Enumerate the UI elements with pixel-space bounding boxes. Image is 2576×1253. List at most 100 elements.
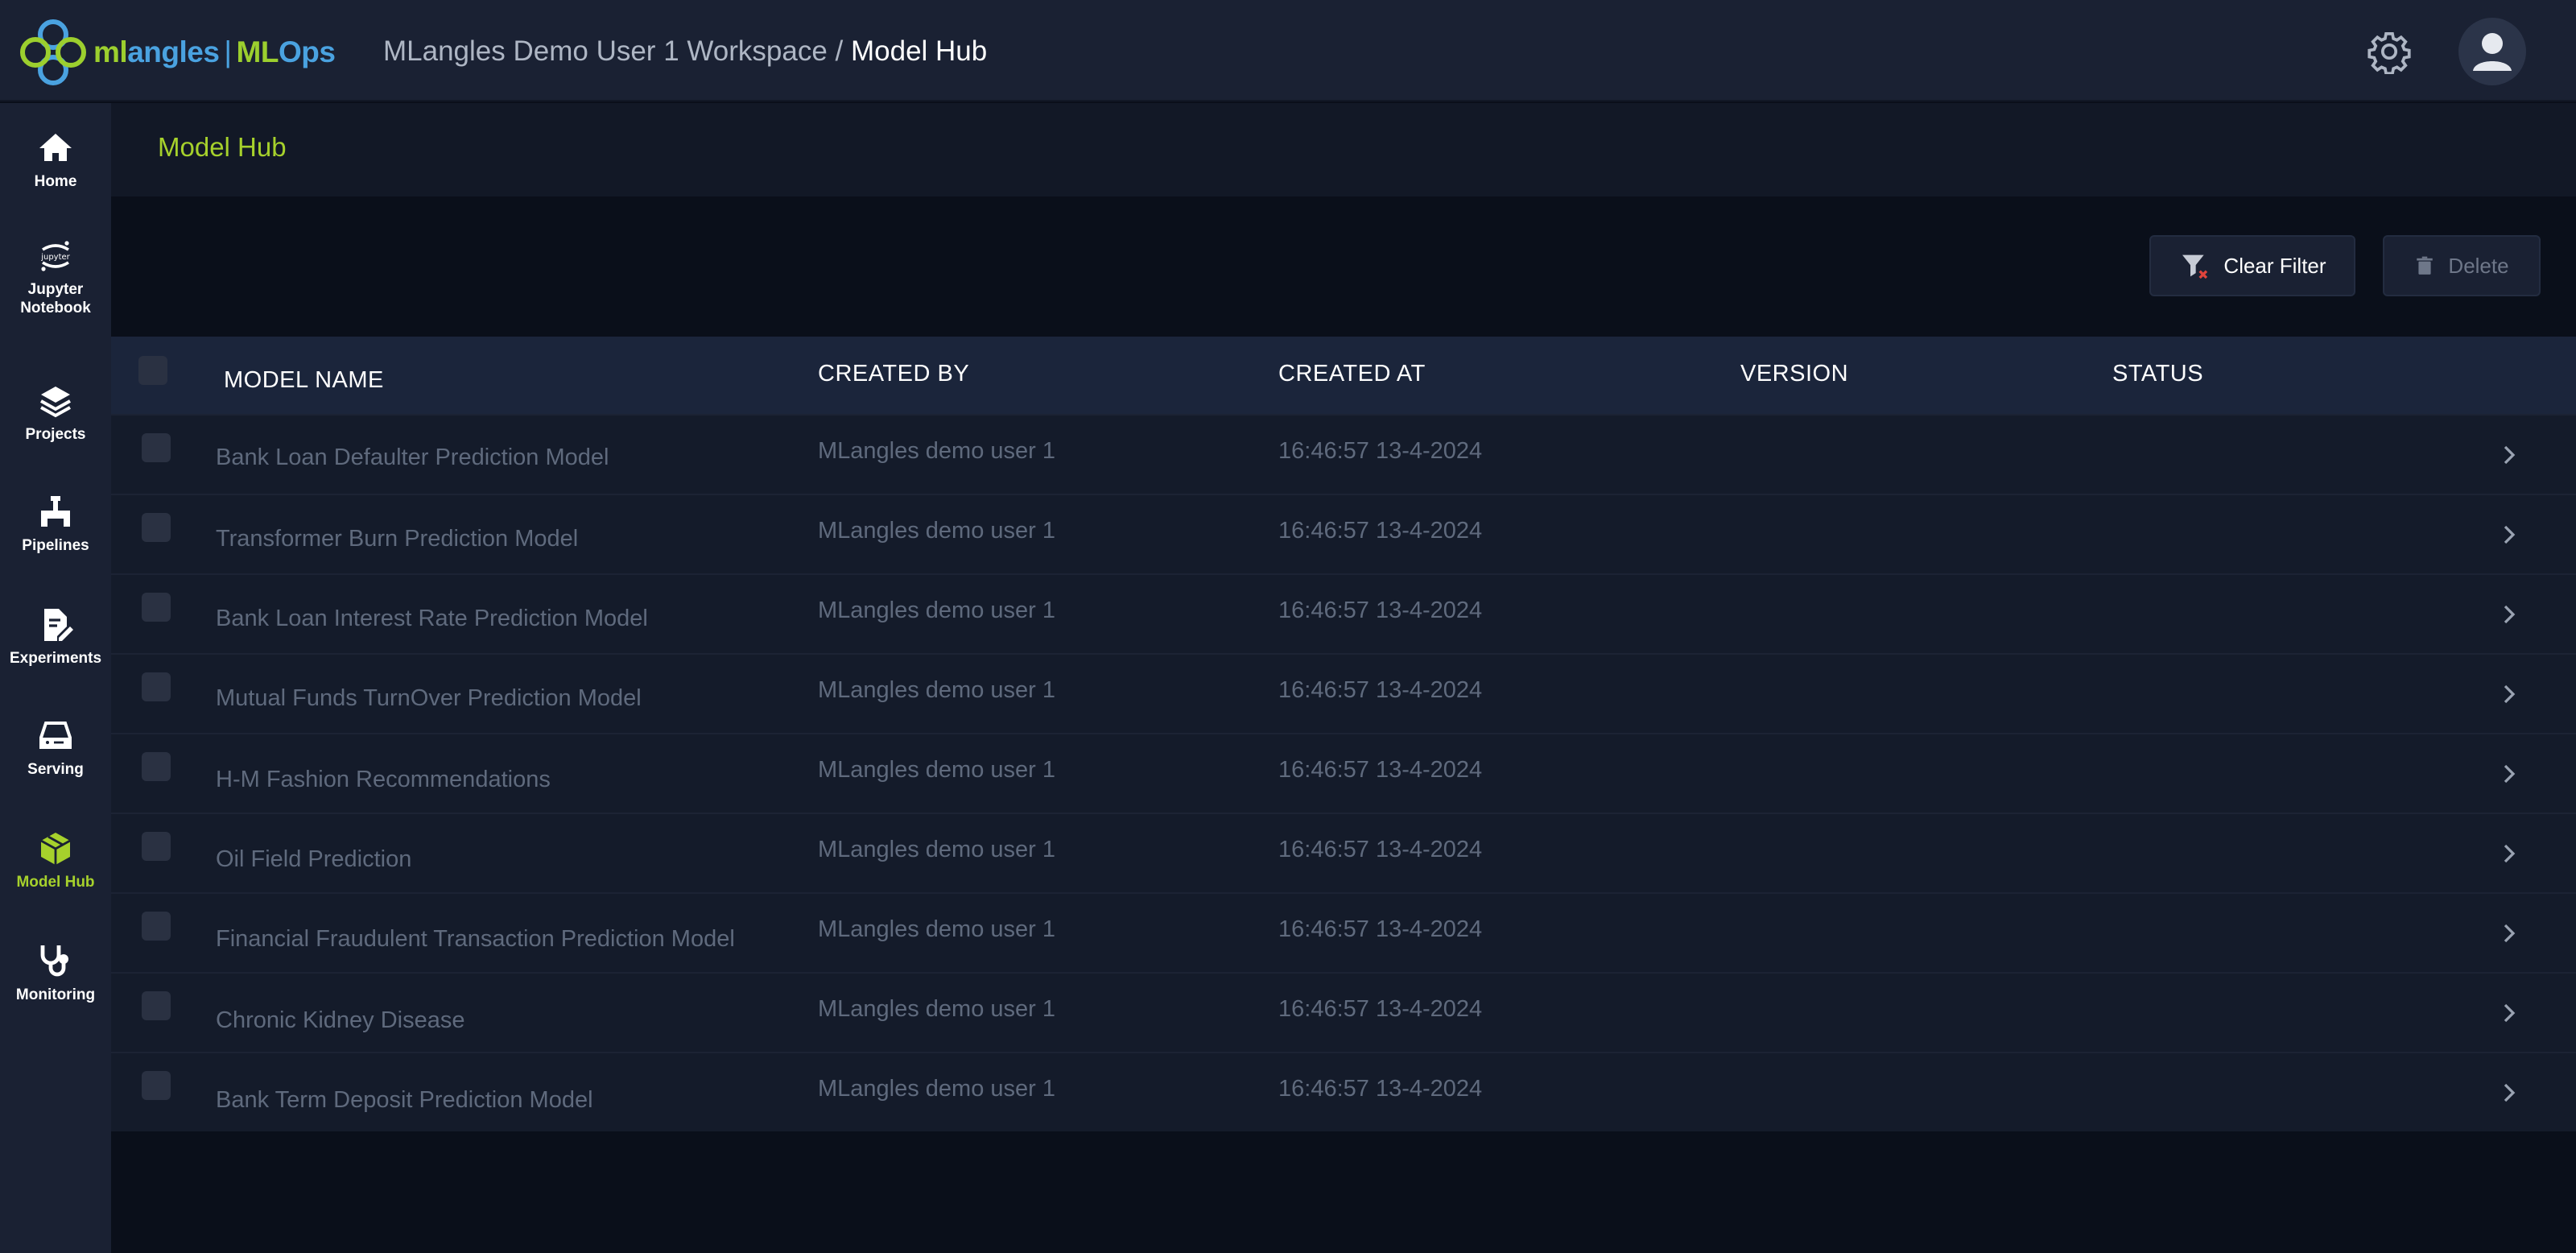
avatar[interactable]	[2458, 18, 2526, 85]
trash-icon	[2417, 256, 2434, 275]
created-at-cell: 16:46:57 13-4-2024	[1278, 996, 1483, 1022]
column-header-created-at[interactable]: CREATED AT	[1278, 361, 1426, 387]
table-row[interactable]: Oil Field Prediction MLangles demo user 1…	[111, 813, 2576, 892]
sidebar-item-experiments[interactable]: Experiments	[0, 606, 111, 702]
created-at-cell: 16:46:57 13-4-2024	[1278, 916, 1483, 942]
row-checkbox[interactable]	[142, 832, 171, 861]
model-name-cell[interactable]: Financial Fraudulent Transaction Predict…	[216, 926, 735, 953]
model-hub-icon	[40, 833, 71, 865]
logo-text-ml: ml	[93, 35, 128, 68]
model-name-cell[interactable]: Oil Field Prediction	[216, 846, 411, 873]
model-name-cell[interactable]: Chronic Kidney Disease	[216, 1007, 464, 1034]
sidebar-item-label: Serving	[27, 761, 84, 778]
sidebar-item-label: Home	[34, 173, 77, 190]
chevron-right-icon[interactable]	[2497, 842, 2521, 866]
created-by-cell: MLangles demo user 1	[818, 916, 1055, 942]
table-row[interactable]: Financial Fraudulent Transaction Predict…	[111, 892, 2576, 972]
breadcrumb-current: Model Hub	[850, 35, 988, 67]
table-row[interactable]: Bank Term Deposit Prediction Model MLangl…	[111, 1052, 2576, 1131]
sidebar-item-label: Model Hub	[16, 874, 95, 891]
layers-icon	[40, 387, 71, 418]
delete-label: Delete	[2448, 253, 2509, 278]
chevron-right-icon[interactable]	[2497, 602, 2521, 626]
chevron-right-icon[interactable]	[2497, 921, 2521, 945]
filter-clear-icon	[2182, 254, 2208, 279]
model-name-cell[interactable]: H-M Fashion Recommendations	[216, 767, 551, 793]
table-row[interactable]: Mutual Funds TurnOver Prediction Model ML…	[111, 653, 2576, 733]
delete-button[interactable]: Delete	[2383, 235, 2541, 296]
created-at-cell: 16:46:57 13-4-2024	[1278, 837, 1483, 862]
sidebar-item-projects[interactable]: Projects	[0, 382, 111, 478]
user-icon	[2473, 33, 2512, 71]
row-checkbox[interactable]	[142, 433, 171, 462]
model-name-cell[interactable]: Transformer Burn Prediction Model	[216, 526, 578, 552]
svg-text:jupyter: jupyter	[40, 253, 70, 262]
sidebar-item-serving[interactable]: Serving	[0, 717, 111, 813]
model-name-cell[interactable]: Bank Loan Interest Rate Prediction Model	[216, 606, 648, 632]
sidebar-item-home[interactable]: Home	[0, 129, 111, 225]
table-row[interactable]: Chronic Kidney Disease MLangles demo user…	[111, 972, 2576, 1052]
chevron-right-icon[interactable]	[2497, 762, 2521, 786]
row-checkbox[interactable]	[142, 912, 171, 941]
created-at-cell: 16:46:57 13-4-2024	[1278, 677, 1483, 703]
home-icon	[39, 134, 72, 161]
row-checkbox[interactable]	[142, 1071, 171, 1100]
created-at-cell: 16:46:57 13-4-2024	[1278, 518, 1483, 544]
row-checkbox[interactable]	[142, 752, 171, 781]
sidebar-item-jupyter-notebook[interactable]: jupyter Jupyter Notebook	[0, 237, 111, 333]
created-by-cell: MLangles demo user 1	[818, 677, 1055, 703]
breadcrumb-workspace[interactable]: MLangles Demo User 1 Workspace	[383, 35, 828, 67]
sidebar-item-model-hub[interactable]: Model Hub	[0, 829, 111, 926]
clear-filter-button[interactable]: Clear Filter	[2149, 235, 2355, 296]
table-row[interactable]: Bank Loan Defaulter Prediction Model MLan…	[111, 414, 2576, 494]
row-checkbox[interactable]	[142, 672, 171, 701]
logo-text: mlangles | MLOps	[93, 35, 336, 69]
column-header-status[interactable]: STATUS	[2112, 361, 2203, 387]
table-row[interactable]: Bank Loan Interest Rate Prediction Model…	[111, 573, 2576, 653]
logo-text-angles: angles	[127, 35, 220, 68]
jupyter-icon: jupyter	[40, 241, 71, 271]
sidebar-item-label: Jupyter Notebook	[20, 281, 91, 316]
serving-icon	[39, 722, 72, 749]
models-table: MODEL NAME CREATED BY CREATED AT VERSION…	[111, 337, 2576, 1131]
sidebar-item-label: Projects	[25, 426, 86, 443]
created-at-cell: 16:46:57 13-4-2024	[1278, 757, 1483, 783]
created-by-cell: MLangles demo user 1	[818, 757, 1055, 783]
table-row[interactable]: Transformer Burn Prediction Model MLangle…	[111, 494, 2576, 573]
chevron-right-icon[interactable]	[2497, 523, 2521, 547]
row-checkbox[interactable]	[142, 513, 171, 542]
main-content: Model Hub Clear Filter Delete MODEL NAME…	[111, 103, 2576, 1253]
model-name-cell[interactable]: Mutual Funds TurnOver Prediction Model	[216, 685, 642, 712]
pipeline-icon	[41, 496, 70, 527]
row-checkbox[interactable]	[142, 593, 171, 622]
chevron-right-icon[interactable]	[2497, 682, 2521, 706]
model-name-cell[interactable]: Bank Loan Defaulter Prediction Model	[216, 445, 609, 471]
clear-filter-label: Clear Filter	[2223, 253, 2326, 278]
column-header-version[interactable]: VERSION	[1740, 361, 1848, 387]
stethoscope-icon	[40, 945, 68, 977]
logo-text-mlops-b: Ops	[278, 35, 336, 68]
breadcrumb-separator: /	[827, 35, 851, 67]
logo-icon	[20, 19, 86, 85]
gear-icon[interactable]	[2367, 29, 2412, 74]
top-bar: mlangles | MLOps MLangles Demo User 1 Work…	[0, 0, 2576, 101]
select-all-checkbox[interactable]	[138, 356, 167, 385]
experiment-icon	[44, 609, 73, 641]
chevron-right-icon[interactable]	[2497, 1001, 2521, 1025]
column-header-created-by[interactable]: CREATED BY	[818, 361, 969, 387]
created-by-cell: MLangles demo user 1	[818, 518, 1055, 544]
logo[interactable]: mlangles | MLOps	[16, 16, 338, 89]
row-checkbox[interactable]	[142, 991, 171, 1020]
sidebar-item-label: Pipelines	[22, 537, 89, 554]
chevron-right-icon[interactable]	[2497, 1081, 2521, 1105]
sidebar-item-pipelines[interactable]: Pipelines	[0, 493, 111, 589]
page-header: Model Hub	[111, 103, 2576, 196]
column-header-model-name[interactable]: MODEL NAME	[224, 367, 384, 394]
created-at-cell: 16:46:57 13-4-2024	[1278, 1076, 1483, 1102]
table-row[interactable]: H-M Fashion Recommendations MLangles demo…	[111, 733, 2576, 813]
created-by-cell: MLangles demo user 1	[818, 438, 1055, 464]
model-name-cell[interactable]: Bank Term Deposit Prediction Model	[216, 1087, 593, 1114]
chevron-right-icon[interactable]	[2497, 443, 2521, 467]
created-by-cell: MLangles demo user 1	[818, 996, 1055, 1022]
sidebar-item-monitoring[interactable]: Monitoring	[0, 942, 111, 1039]
